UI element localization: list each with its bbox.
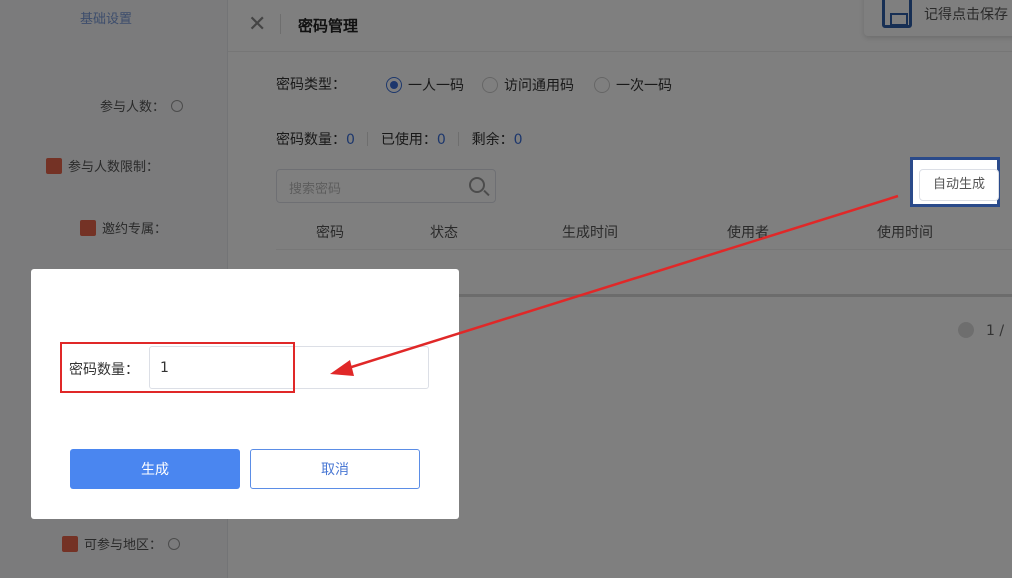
generate-button[interactable]: 生成 — [70, 449, 240, 489]
auto-generate-button-highlighted[interactable]: 自动生成 — [919, 169, 999, 201]
annotation-highlight-box — [60, 342, 295, 393]
auto-generate-highlight: 自动生成 — [910, 157, 1000, 207]
cancel-button[interactable]: 取消 — [250, 449, 420, 489]
generate-password-dialog: 密码数量： 生成 取消 — [31, 269, 459, 519]
